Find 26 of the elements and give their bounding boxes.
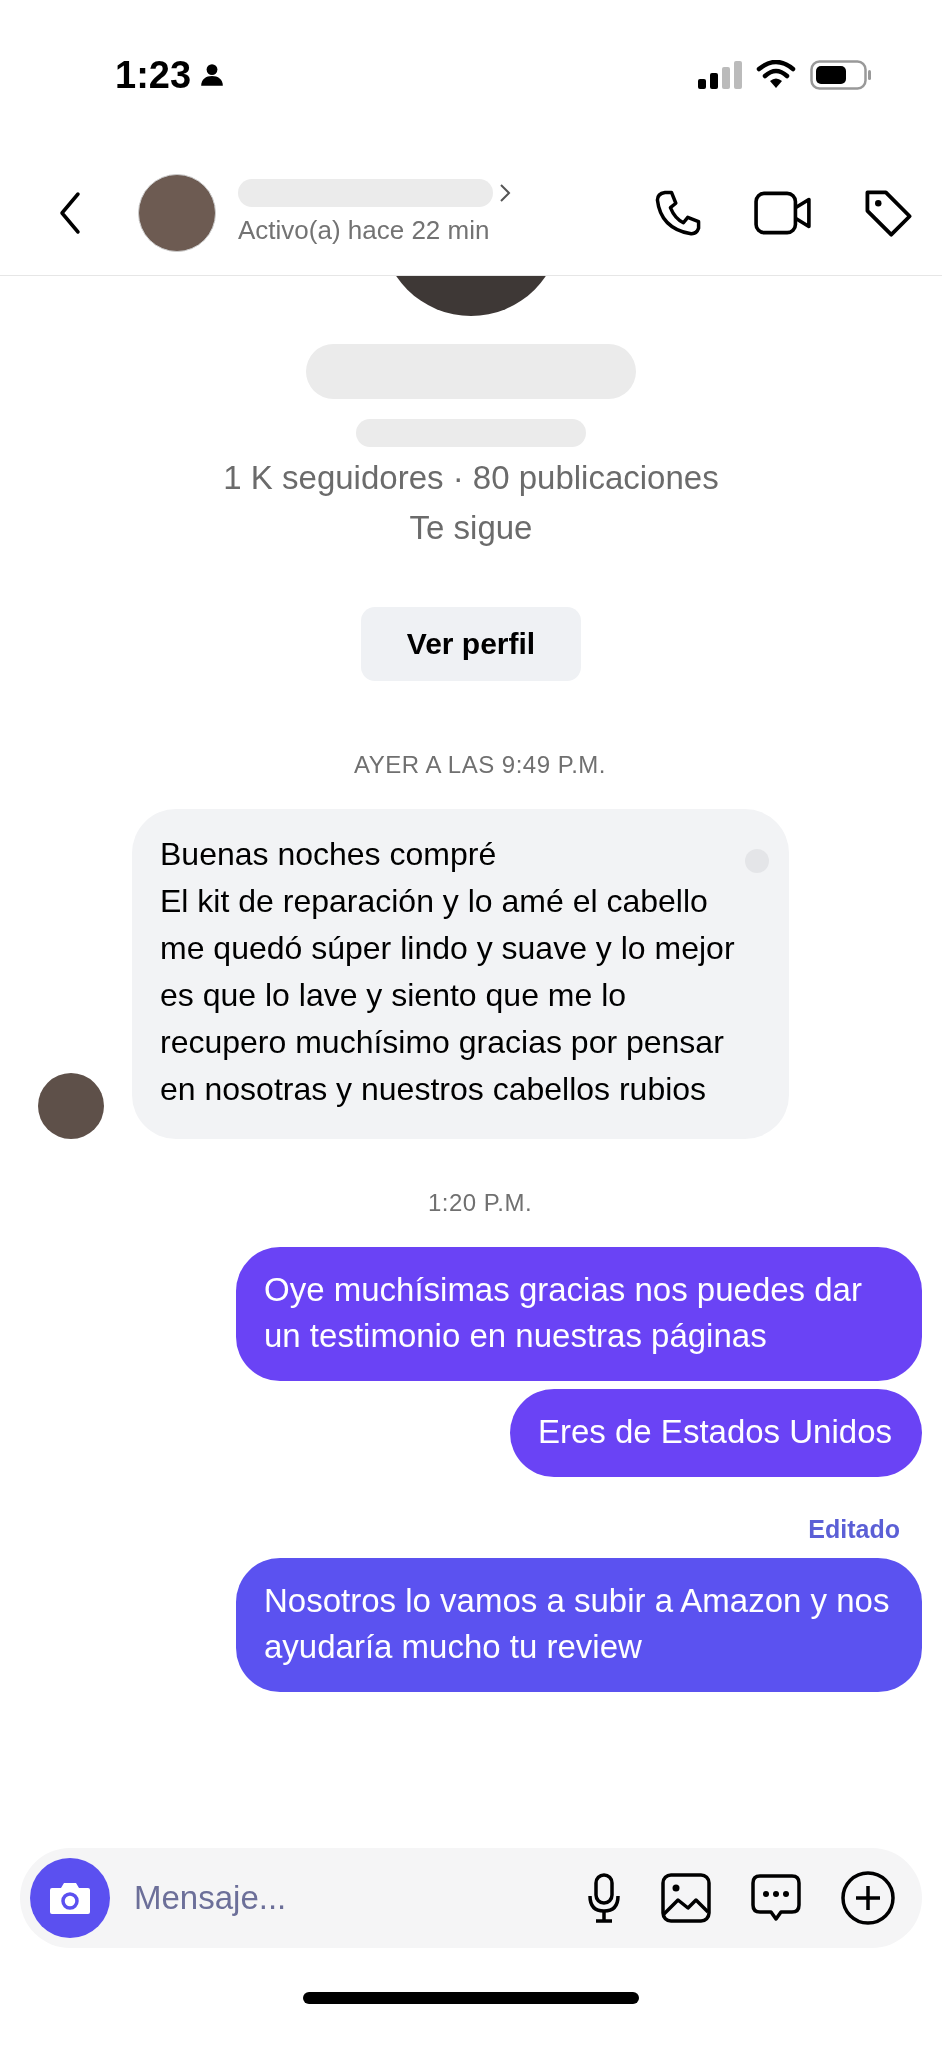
- microphone-icon[interactable]: [586, 1872, 622, 1924]
- status-time: 1:23: [115, 53, 192, 97]
- person-icon: [199, 62, 226, 88]
- profile-stats: 1 K seguidores · 80 publicaciones: [223, 459, 719, 497]
- battery-icon: [810, 60, 872, 90]
- camera-button[interactable]: [30, 1858, 110, 1938]
- active-status: Activo(a) hace 22 min: [238, 215, 491, 246]
- message-text: Buenas noches compré El kit de reparación y lo amé el cabello me quedó súper lindo y suave y lo mejor es que lo lave y siento que me lo recupero muchísimo gracias por pensar en nosotras y nuestros cabellos rubios: [160, 835, 736, 1109]
- outgoing-message: Nosotros lo vamos a subir a Amazon y nos ayudaría mucho tu review: [236, 1558, 922, 1692]
- camera-icon: [48, 1880, 92, 1916]
- video-camera-icon[interactable]: [754, 189, 812, 236]
- wifi-icon: [756, 60, 796, 90]
- message-field[interactable]: Mensaje...: [132, 1878, 548, 1918]
- view-profile-button[interactable]: Ver perfil: [361, 607, 581, 681]
- image-icon[interactable]: [660, 1872, 712, 1924]
- message-timestamp: AYER A LAS 9:49 P.M.: [354, 751, 606, 779]
- add-icon[interactable]: [840, 1870, 896, 1926]
- chat-bubble-icon[interactable]: [750, 1872, 802, 1924]
- edited-label: Editado: [808, 1515, 900, 1544]
- signal-icon: [698, 61, 742, 89]
- message-timestamp: 1:20 P.M.: [427, 1189, 533, 1217]
- back-icon[interactable]: [58, 190, 82, 235]
- outgoing-message: Oye muchísimas gracias nos puedes dar un testimonio en nuestras páginas: [236, 1247, 922, 1381]
- follow-status: Te sigue: [409, 509, 533, 547]
- outgoing-message: Eres de Estados Unidos: [509, 1389, 922, 1477]
- chevron-icon[interactable]: [499, 183, 511, 203]
